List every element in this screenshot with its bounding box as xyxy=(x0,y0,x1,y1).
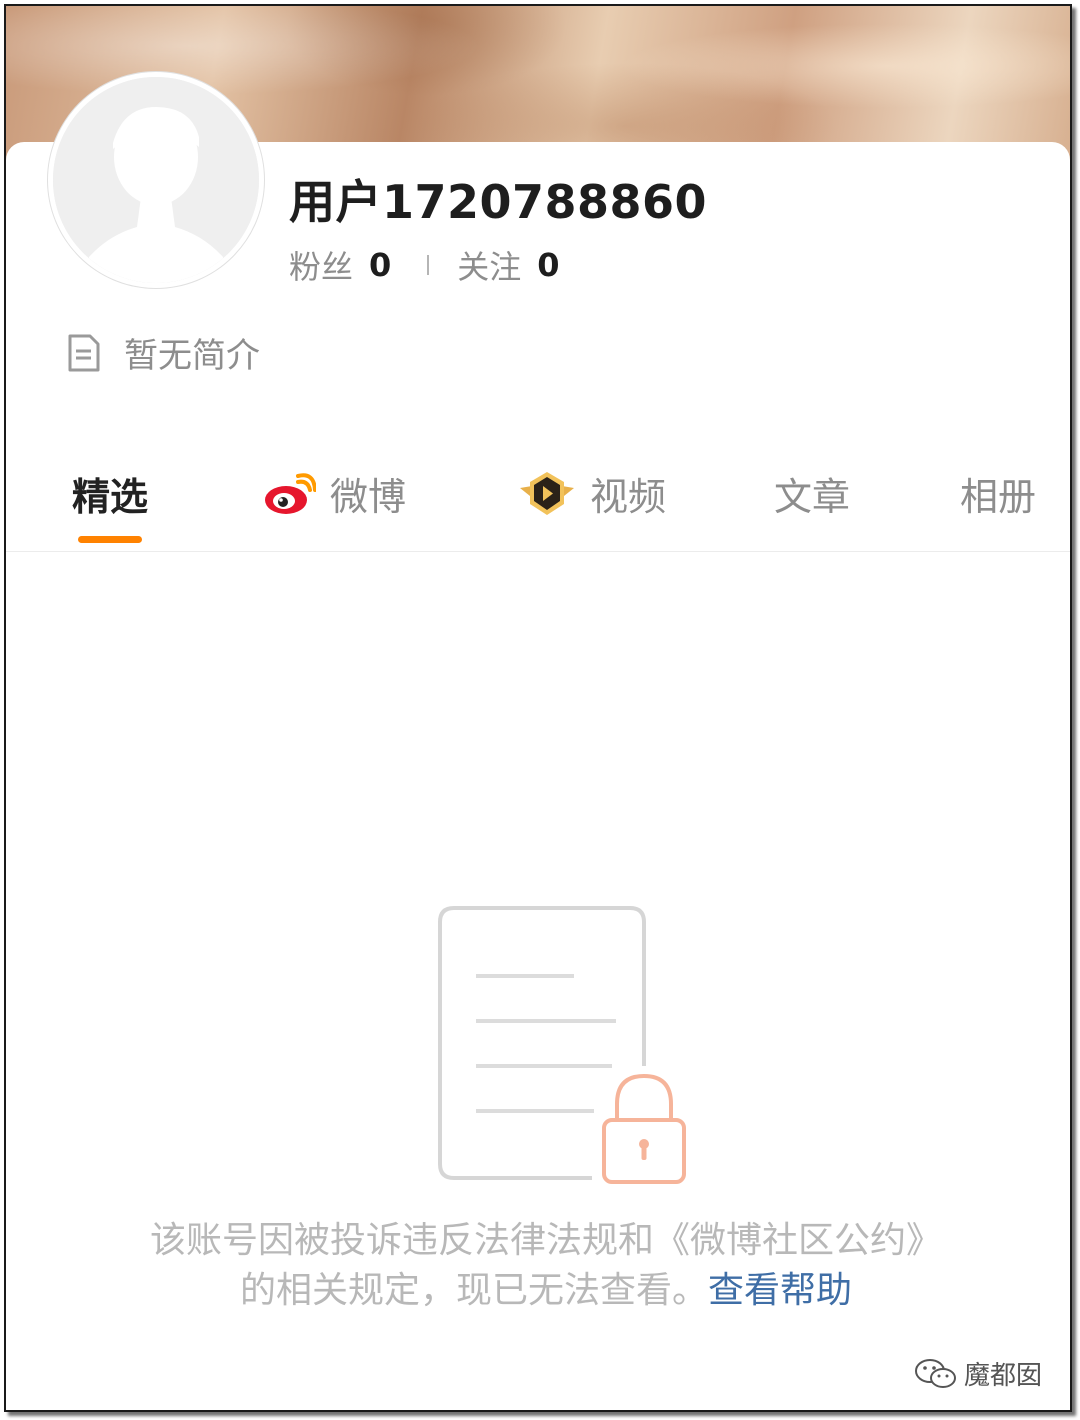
account-blocked-notice: 该账号因被投诉违反法律法规和《微博社区公约》的相关规定，现已无法查看。查看帮助 xyxy=(146,1216,946,1316)
tab-albums[interactable]: 相册 xyxy=(960,466,1036,521)
tab-label: 相册 xyxy=(960,475,1037,519)
wechat-icon xyxy=(914,1358,956,1388)
weibo-logo-icon xyxy=(265,472,316,514)
followers-count[interactable]: 0 xyxy=(369,246,391,284)
username: 用户1720788860 xyxy=(289,175,708,229)
screenshot-frame: 用户1720788860 粉丝 0 关注 0 暂无简介 精选 微博 视频 文章 … xyxy=(4,4,1072,1412)
bio-row: 暂无简介 xyxy=(66,328,260,377)
following-count[interactable]: 0 xyxy=(537,246,559,284)
active-tab-indicator xyxy=(78,536,142,543)
profile-tabs: 精选 微博 视频 文章 相册 xyxy=(6,466,1070,552)
tab-articles[interactable]: 文章 xyxy=(774,466,850,521)
video-badge-icon xyxy=(520,471,574,515)
tab-video[interactable]: 视频 xyxy=(518,466,666,521)
tab-featured[interactable]: 精选 xyxy=(72,466,148,521)
watermark-label: 魔都囡 xyxy=(963,1361,1042,1391)
tab-label: 视频 xyxy=(590,475,667,519)
view-help-link[interactable]: 查看帮助 xyxy=(708,1270,852,1311)
stats-divider xyxy=(427,255,430,275)
follow-stats: 粉丝 0 关注 0 xyxy=(289,242,560,288)
default-avatar-icon xyxy=(53,77,259,283)
document-icon xyxy=(68,334,100,371)
tab-label: 文章 xyxy=(774,475,851,519)
followers-label[interactable]: 粉丝 xyxy=(289,242,353,288)
tab-label: 精选 xyxy=(72,475,149,519)
tab-weibo[interactable]: 微博 xyxy=(262,466,406,521)
following-label[interactable]: 关注 xyxy=(457,242,521,288)
bio-text: 暂无简介 xyxy=(124,336,260,376)
locked-document-icon xyxy=(438,906,686,1184)
tab-label: 微博 xyxy=(330,475,407,519)
avatar[interactable] xyxy=(48,72,264,288)
tabs-divider xyxy=(6,551,1070,552)
watermark: 魔都囡 xyxy=(914,1355,1042,1392)
